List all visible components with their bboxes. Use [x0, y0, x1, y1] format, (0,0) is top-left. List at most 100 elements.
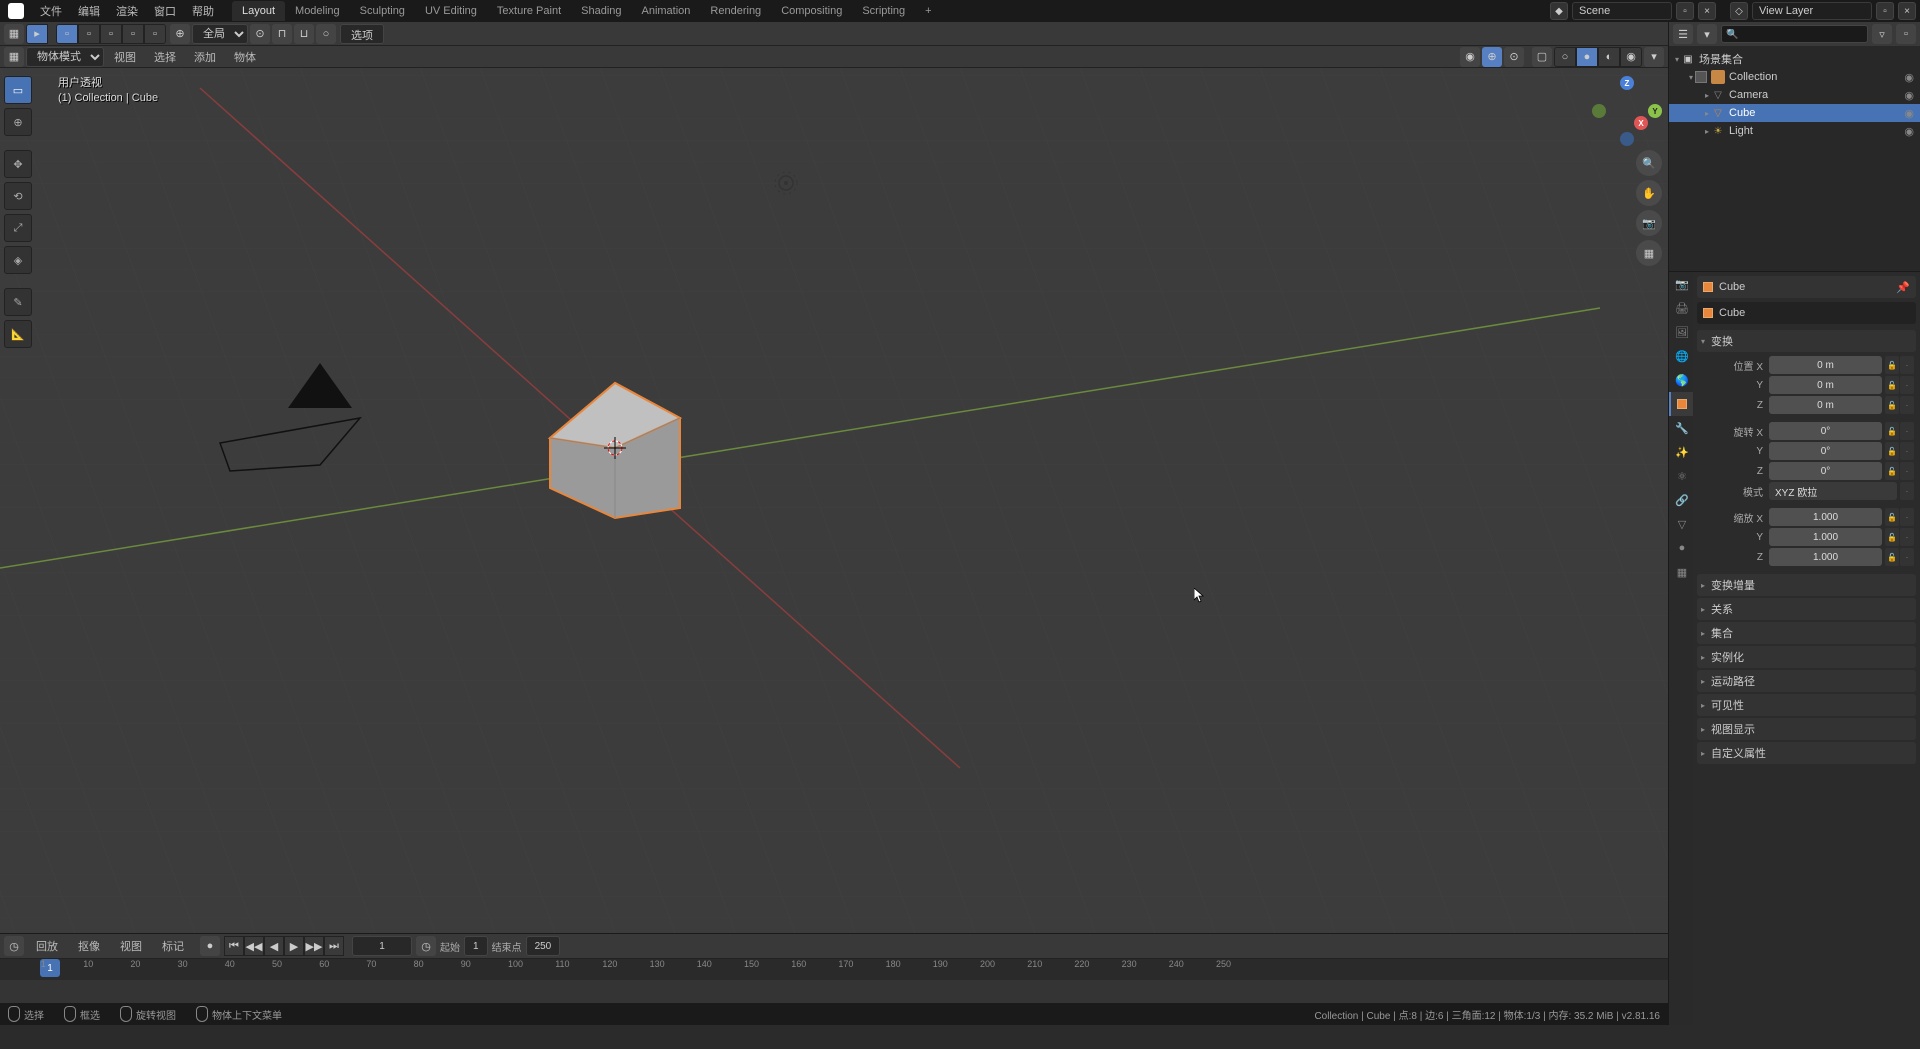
rot-y-input[interactable]: 0° — [1769, 442, 1882, 460]
menu-file[interactable]: 文件 — [32, 0, 70, 22]
end-frame[interactable]: 250 — [526, 936, 561, 956]
start-frame[interactable]: 1 — [464, 936, 488, 956]
prop-tab-render[interactable]: 📷 — [1669, 272, 1693, 296]
tl-menu-view[interactable]: 视图 — [112, 938, 150, 954]
sel-mode-4[interactable]: ▫ — [122, 24, 144, 44]
shading-wireframe[interactable]: ○ — [1554, 47, 1576, 67]
overlay-toggle[interactable]: ⊙ — [1504, 47, 1524, 67]
shading-solid[interactable]: ● — [1576, 47, 1598, 67]
tab-compositing[interactable]: Compositing — [771, 1, 852, 21]
tool-select[interactable]: ▭ — [4, 76, 32, 104]
viewlayer-delete[interactable]: × — [1898, 2, 1916, 20]
menu-render[interactable]: 渲染 — [108, 0, 146, 22]
light-row[interactable]: ▸ ☀ Light ◉ — [1669, 122, 1920, 140]
viewlayer-icon[interactable]: ◇ — [1730, 2, 1748, 20]
scale-x-input[interactable]: 1.000 — [1769, 508, 1882, 526]
jump-end-icon[interactable]: ⏭ — [324, 936, 344, 956]
gizmo-y-axis[interactable]: Y — [1648, 104, 1662, 118]
panel-relations-header[interactable]: ▸关系 — [1697, 598, 1916, 620]
outliner-display-icon[interactable]: ▾ — [1697, 24, 1717, 44]
expand-icon[interactable]: ▸ — [1705, 127, 1709, 136]
autokey-icon[interactable]: ● — [200, 936, 220, 956]
zoom-icon[interactable]: 🔍 — [1636, 150, 1662, 176]
tool-move[interactable]: ✥ — [4, 150, 32, 178]
lock-icon[interactable]: 🔓 — [1885, 396, 1899, 414]
tab-texturepaint[interactable]: Texture Paint — [487, 1, 571, 21]
panel-custom-header[interactable]: ▸自定义属性 — [1697, 742, 1916, 764]
eye-icon[interactable]: ◉ — [1904, 125, 1914, 138]
snap-icon[interactable]: ⊓ — [272, 24, 292, 44]
anim-icon[interactable]: · — [1900, 356, 1914, 374]
menu-edit[interactable]: 编辑 — [70, 0, 108, 22]
xray-toggle[interactable]: ▢ — [1532, 47, 1552, 67]
vp-menu-add[interactable]: 添加 — [186, 49, 224, 65]
mode-select[interactable]: 物体模式 — [26, 47, 104, 67]
eye-icon[interactable]: ◉ — [1904, 71, 1914, 84]
scale-y-input[interactable]: 1.000 — [1769, 528, 1882, 546]
clock-icon[interactable]: ◷ — [416, 936, 436, 956]
tool-measure[interactable]: 📐 — [4, 320, 32, 348]
prop-tab-world[interactable]: 🌎 — [1669, 368, 1693, 392]
expand-icon[interactable]: ▸ — [1705, 109, 1709, 118]
timeline-ruler[interactable]: 1 11020304050607080901001101201301401501… — [0, 958, 1668, 980]
prop-tab-object[interactable] — [1669, 392, 1693, 416]
expand-icon[interactable]: ▸ — [1705, 91, 1709, 100]
scene-name-input[interactable] — [1572, 2, 1672, 20]
anim-icon[interactable]: · — [1900, 376, 1914, 394]
scene-icon[interactable]: ◆ — [1550, 2, 1568, 20]
tl-menu-playback[interactable]: 回放 — [28, 938, 66, 954]
visibility-icon[interactable]: ◉ — [1460, 47, 1480, 67]
object-name-input[interactable] — [1719, 307, 1910, 319]
tab-modeling[interactable]: Modeling — [285, 1, 350, 21]
tab-uvediting[interactable]: UV Editing — [415, 1, 487, 21]
gizmo-minus-y[interactable] — [1592, 104, 1606, 118]
viewlayer-name-input[interactable] — [1752, 2, 1872, 20]
cursor-select-btn[interactable]: ▸ — [26, 24, 48, 44]
vp-menu-select[interactable]: 选择 — [146, 49, 184, 65]
scene-new[interactable]: ▫ — [1676, 2, 1694, 20]
pin-icon[interactable]: 📌 — [1896, 281, 1910, 294]
nav-gizmo[interactable]: Z Y X — [1592, 76, 1662, 146]
camera-view-icon[interactable]: 📷 — [1636, 210, 1662, 236]
lock-icon[interactable]: 🔓 — [1885, 422, 1899, 440]
loc-x-input[interactable]: 0 m — [1769, 356, 1882, 374]
vp-menu-object[interactable]: 物体 — [226, 49, 264, 65]
tab-shading[interactable]: Shading — [571, 1, 631, 21]
timeline-editor-icon[interactable]: ◷ — [4, 936, 24, 956]
lock-icon[interactable]: 🔓 — [1885, 376, 1899, 394]
outliner-new-col-icon[interactable]: ▫ — [1896, 24, 1916, 44]
tool-annotate[interactable]: ✎ — [4, 288, 32, 316]
scale-z-input[interactable]: 1.000 — [1769, 548, 1882, 566]
tool-cursor[interactable]: ⊕ — [4, 108, 32, 136]
tl-menu-marker[interactable]: 标记 — [154, 938, 192, 954]
tool-scale[interactable]: ⤢ — [4, 214, 32, 242]
rot-z-input[interactable]: 0° — [1769, 462, 1882, 480]
panel-transform-header[interactable]: ▾变换 — [1697, 330, 1916, 352]
eye-icon[interactable]: ◉ — [1904, 107, 1914, 120]
gizmo-minus-z[interactable] — [1620, 132, 1634, 146]
orientation-icon[interactable]: ⊕ — [170, 24, 190, 44]
shading-rendered[interactable]: ◉ — [1620, 47, 1642, 67]
prop-tab-modifier[interactable]: 🔧 — [1669, 416, 1693, 440]
play-icon[interactable]: ▶ — [284, 936, 304, 956]
panel-visibility-header[interactable]: ▸可见性 — [1697, 694, 1916, 716]
expand-icon[interactable]: ▾ — [1689, 73, 1693, 82]
anim-icon[interactable]: · — [1900, 442, 1914, 460]
prop-breadcrumb[interactable]: Cube 📌 — [1697, 276, 1916, 298]
jump-start-icon[interactable]: ⏮ — [224, 936, 244, 956]
outliner-search-input[interactable] — [1721, 25, 1868, 43]
sel-mode-3[interactable]: ▫ — [100, 24, 122, 44]
timeline-body[interactable] — [0, 980, 1668, 1003]
tab-layout[interactable]: Layout — [232, 1, 285, 21]
lock-icon[interactable]: 🔓 — [1885, 462, 1899, 480]
play-rev-icon[interactable]: ◀ — [264, 936, 284, 956]
lock-icon[interactable]: 🔓 — [1885, 442, 1899, 460]
tab-rendering[interactable]: Rendering — [700, 1, 771, 21]
lock-icon[interactable]: 🔓 — [1885, 528, 1899, 546]
gizmo-z-axis[interactable]: Z — [1620, 76, 1634, 90]
collection-check[interactable] — [1695, 71, 1707, 83]
perspective-toggle-icon[interactable]: ▦ — [1636, 240, 1662, 266]
eye-icon[interactable]: ◉ — [1904, 89, 1914, 102]
prop-tab-constraint[interactable]: 🔗 — [1669, 488, 1693, 512]
prop-tab-viewlayer[interactable]: 🖼 — [1669, 320, 1693, 344]
